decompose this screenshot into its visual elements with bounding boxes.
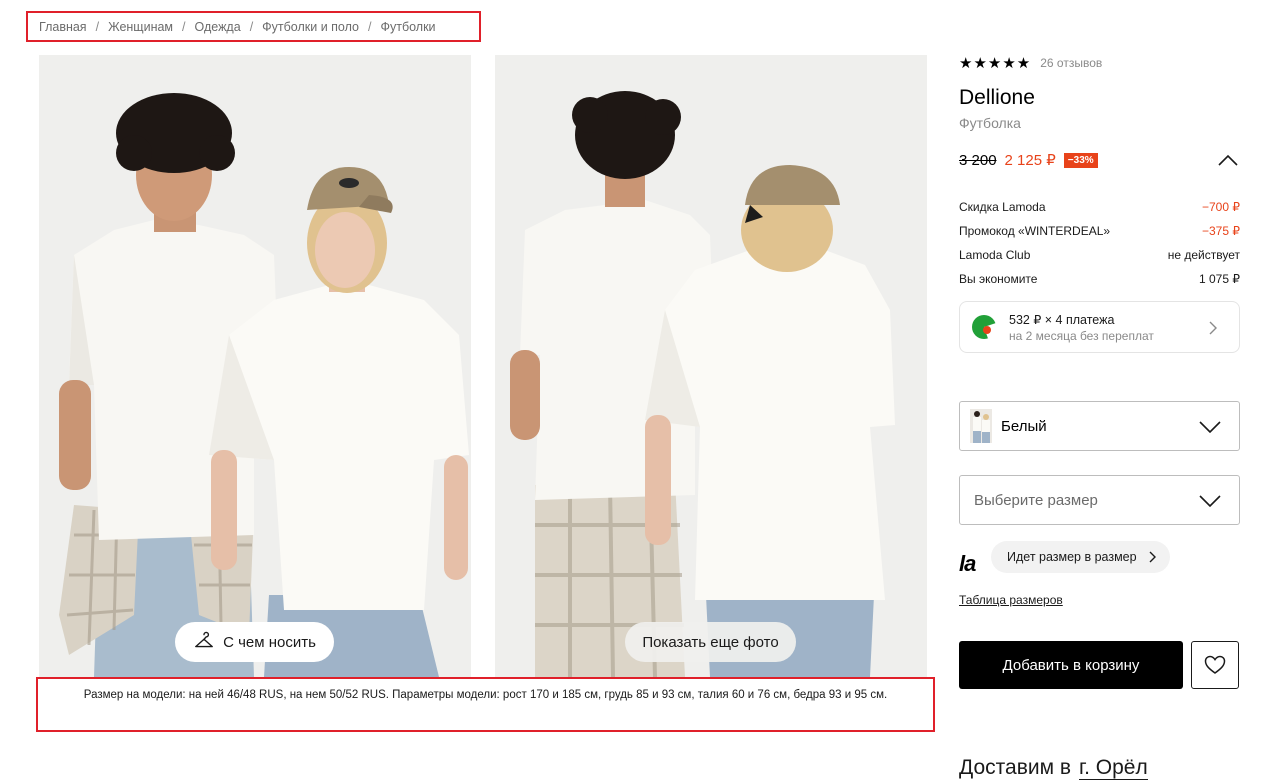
- models-front-illustration: [39, 55, 471, 677]
- chevron-down-icon: [1199, 421, 1221, 433]
- breadcrumb-separator: /: [249, 19, 254, 34]
- installment-amount: 532 ₽ × 4 платежа: [1009, 312, 1115, 327]
- breadcrumb-item-clothing[interactable]: Одежда: [195, 20, 241, 34]
- new-price: 2 125 ₽: [1004, 152, 1056, 169]
- breakdown-value: −700 ₽: [1202, 200, 1240, 214]
- show-more-photos-label: Показать еще фото: [642, 633, 779, 651]
- breadcrumb-item-home[interactable]: Главная: [39, 20, 87, 34]
- breadcrumb-separator: /: [95, 19, 100, 34]
- breakdown-label: Промокод «WINTERDEAL»: [959, 224, 1111, 238]
- installment-plan-card[interactable]: 532 ₽ × 4 платежа на 2 месяца без перепл…: [959, 301, 1240, 353]
- size-fit-label: Идет размер в размер: [1007, 550, 1137, 564]
- breakdown-value: не действует: [1167, 248, 1240, 262]
- breakdown-label: Вы экономите: [959, 272, 1038, 286]
- breakdown-row: Промокод «WINTERDEAL» −375 ₽: [959, 219, 1240, 243]
- breakdown-value: 1 075 ₽: [1199, 272, 1240, 286]
- reviews-count[interactable]: 26 отзывов: [1040, 56, 1102, 70]
- rating-row[interactable]: ★★★★★ 26 отзывов: [959, 54, 1102, 72]
- breakdown-row: Lamoda Club не действует: [959, 243, 1240, 267]
- split-payment-logo-icon: [972, 315, 997, 339]
- size-select[interactable]: Выберите размер: [959, 475, 1240, 525]
- color-thumbnail: [970, 409, 992, 443]
- chevron-right-icon: [1209, 321, 1217, 335]
- models-back-illustration: [495, 55, 927, 677]
- rating-stars: ★★★★★: [959, 55, 1032, 72]
- delivery-heading: Доставим в г. Орёл: [959, 756, 1148, 780]
- color-select-value: Белый: [1001, 417, 1047, 435]
- breadcrumb-item-tshirts[interactable]: Футболки: [380, 20, 435, 34]
- breakdown-row: Вы экономите 1 075 ₽: [959, 267, 1240, 291]
- chevron-up-icon[interactable]: [1218, 154, 1238, 166]
- what-to-wear-button[interactable]: С чем носить: [175, 622, 334, 662]
- show-more-photos-button[interactable]: Показать еще фото: [625, 622, 796, 662]
- product-brand[interactable]: Dellione: [959, 86, 1035, 110]
- installment-text: 532 ₽ × 4 платежа на 2 месяца без перепл…: [1009, 312, 1154, 343]
- product-photo-front[interactable]: [39, 55, 471, 677]
- discount-badge: −33%: [1063, 152, 1098, 168]
- size-fit-bubble[interactable]: Идет размер в размер: [991, 541, 1170, 573]
- delivery-prefix: Доставим в: [959, 756, 1072, 779]
- price-row: 3 200 2 125 ₽ −33%: [959, 151, 1240, 169]
- breakdown-value: −375 ₽: [1202, 224, 1240, 238]
- breakdown-label: Скидка Lamoda: [959, 200, 1046, 214]
- add-to-cart-button[interactable]: Добавить в корзину: [959, 641, 1183, 689]
- breakdown-label: Lamoda Club: [959, 248, 1031, 262]
- chevron-right-icon: [1149, 551, 1156, 563]
- breadcrumb-item-tshirts-polo[interactable]: Футболки и поло: [262, 20, 359, 34]
- installment-terms: на 2 месяца без переплат: [1009, 328, 1154, 343]
- hanger-icon: [195, 631, 214, 648]
- product-type: Футболка: [959, 115, 1021, 131]
- model-size-note: Размер на модели: на ней 46/48 RUS, на н…: [36, 677, 935, 732]
- size-select-placeholder: Выберите размер: [974, 491, 1098, 509]
- chevron-down-icon: [1199, 495, 1221, 507]
- what-to-wear-label: С чем носить: [223, 633, 316, 651]
- color-select[interactable]: Белый: [959, 401, 1240, 451]
- breakdown-row: Скидка Lamoda −700 ₽: [959, 195, 1240, 219]
- heart-icon: [1204, 655, 1226, 674]
- favorite-button[interactable]: [1191, 641, 1239, 689]
- breadcrumb-separator: /: [182, 19, 186, 34]
- breadcrumb: Главная / Женщинам / Одежда / Футболки и…: [26, 11, 481, 42]
- lamoda-la-logo: la: [959, 551, 976, 576]
- product-photo-back[interactable]: [495, 55, 927, 677]
- breadcrumb-item-women[interactable]: Женщинам: [108, 20, 173, 34]
- delivery-city-link[interactable]: г. Орёл: [1079, 756, 1148, 780]
- price-breakdown: Скидка Lamoda −700 ₽ Промокод «WINTERDEA…: [959, 195, 1240, 291]
- size-table-link[interactable]: Таблица размеров: [959, 593, 1063, 607]
- breadcrumb-separator: /: [368, 19, 372, 34]
- old-price: 3 200: [959, 151, 997, 169]
